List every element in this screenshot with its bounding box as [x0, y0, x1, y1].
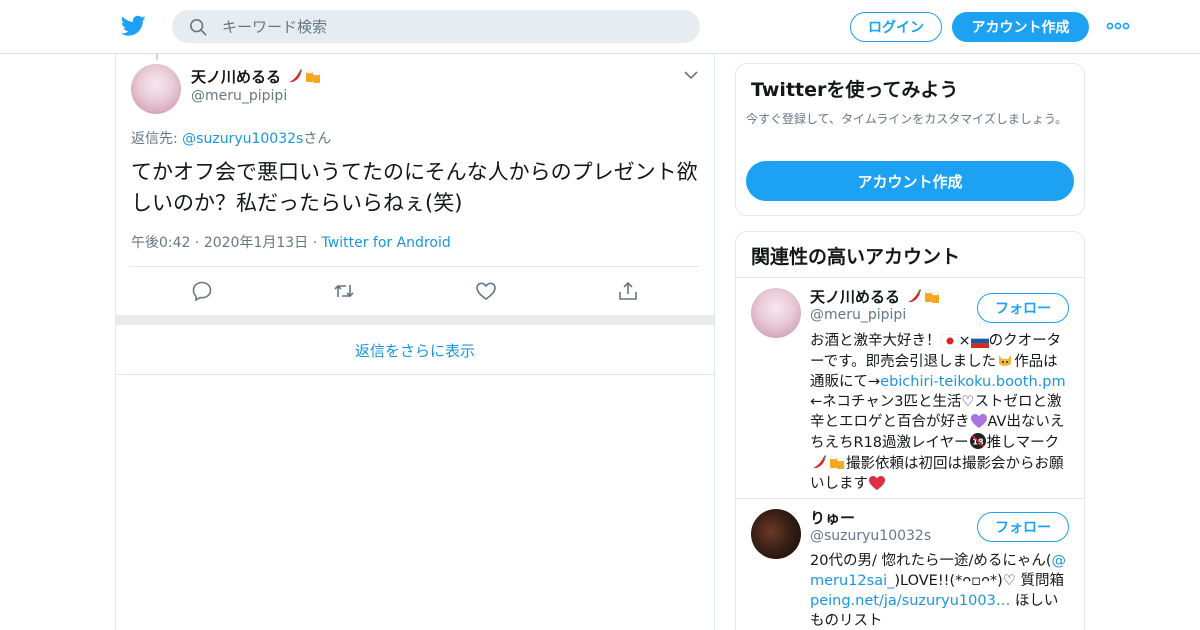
tweet-author-handle[interactable]: @meru_pipipi: [191, 88, 287, 104]
account-avatar[interactable]: [751, 288, 801, 338]
related-account-item: りゅー @suzuryu10032s フォロー 20代の男/ 惚れたら一途/める…: [736, 499, 1084, 630]
purple-heart-emoji-icon: [970, 414, 987, 428]
related-account-item: 天ノ川めるる @meru_pipipi フォロー お酒と激辛大好き！ × のクオータ…: [736, 278, 1084, 499]
tweet-column: 天ノ川めるる @meru_pipipi 返信先: @suzuryu10032sさ…: [115, 54, 715, 630]
signup-card-title: Twitterを使ってみよう: [751, 79, 959, 101]
search-input[interactable]: [222, 10, 682, 43]
top-navigation-bar: ログイン アカウント作成: [0, 0, 1200, 54]
share-icon[interactable]: [617, 280, 639, 302]
follow-button[interactable]: フォロー: [977, 512, 1069, 542]
account-name[interactable]: 天ノ川めるる: [810, 286, 941, 307]
follow-button[interactable]: フォロー: [977, 293, 1069, 323]
no-one-under-18-emoji-icon: 18: [969, 433, 986, 449]
russia-flag-emoji-icon: [970, 334, 989, 348]
chili-pepper-emoji-icon: [813, 455, 826, 469]
japan-flag-emoji-icon: [940, 334, 959, 348]
signup-card: Twitterを使ってみよう 今すぐ登録して、タイムラインをカスタマイズしましょ…: [735, 63, 1085, 216]
tweet-date[interactable]: 2020年1月13日: [204, 235, 308, 251]
more-options-icon[interactable]: [1106, 18, 1130, 34]
tweet-author-name[interactable]: 天ノ川めるる: [191, 66, 322, 87]
account-handle[interactable]: @meru_pipipi: [810, 307, 906, 323]
red-heart-emoji-icon: [869, 476, 885, 490]
related-accounts-card: 関連性の高いアカウント 天ノ川めるる @meru_pipipi フォロー お酒と…: [735, 231, 1085, 630]
chevron-down-icon[interactable]: [684, 70, 698, 80]
show-more-replies-link[interactable]: 返信をさらに表示: [116, 326, 714, 375]
signup-button[interactable]: アカウント作成: [952, 12, 1089, 42]
chili-pepper-emoji-icon: [908, 289, 922, 303]
replying-to: 返信先: @suzuryu10032sさん: [131, 128, 331, 148]
reply-icon[interactable]: [191, 280, 213, 302]
bio-link[interactable]: peing.net/ja/suzuryu1003…: [810, 593, 1010, 609]
tweet-source-link[interactable]: Twitter for Android: [322, 235, 451, 251]
tweet-text: てかオフ会で悪口いうてたのにそんな人からのプレゼント欲しいのか？私だったらいらね…: [131, 160, 698, 215]
replying-handle-link[interactable]: @suzuryu10032s: [182, 131, 303, 147]
beer-mugs-emoji-icon: [306, 69, 321, 83]
signup-card-subtitle: 今すぐ登録して、タイムラインをカスタマイズしましょう。: [746, 112, 1068, 126]
account-bio: お酒と激辛大好き！ × のクオーターです。即売会引退しました 作品は通販にて→ebic…: [810, 333, 1066, 492]
thread-connector-line: [156, 54, 158, 60]
related-accounts-title: 関連性の高いアカウント: [751, 246, 961, 268]
retweet-icon[interactable]: [333, 280, 355, 302]
search-box[interactable]: [172, 10, 700, 43]
replying-suffix: さん: [303, 131, 332, 147]
beer-mugs-emoji-icon: [829, 455, 845, 469]
cat-face-emoji-icon: [999, 355, 1012, 366]
login-button[interactable]: ログイン: [850, 12, 942, 42]
meta-separator: ·: [190, 235, 204, 251]
beer-mugs-emoji-icon: [925, 289, 940, 303]
twitter-bird-logo-icon[interactable]: [121, 15, 146, 37]
meta-separator: ·: [308, 235, 322, 251]
search-icon: [189, 18, 207, 36]
section-gap: [116, 315, 714, 325]
divider: [129, 266, 699, 267]
account-handle[interactable]: @suzuryu10032s: [810, 528, 931, 544]
account-bio: 20代の男/ 惚れたら一途/めるにゃん(@meru12sai_)LOVE!!(*…: [810, 553, 1066, 629]
like-heart-icon[interactable]: [475, 280, 497, 302]
bio-link[interactable]: ebichiri-teikoku.booth.pm: [880, 374, 1065, 390]
tweet-time[interactable]: 午後0:42: [131, 235, 190, 251]
account-name[interactable]: りゅー: [810, 507, 855, 528]
chili-pepper-emoji-icon: [289, 69, 303, 83]
tweet-author-avatar[interactable]: [131, 64, 181, 114]
tweet-metadata: 午後0:42 · 2020年1月13日 · Twitter for Androi…: [131, 232, 451, 252]
replying-prefix: 返信先:: [131, 131, 183, 147]
signup-card-button[interactable]: アカウント作成: [746, 161, 1074, 201]
account-avatar[interactable]: [751, 509, 801, 559]
